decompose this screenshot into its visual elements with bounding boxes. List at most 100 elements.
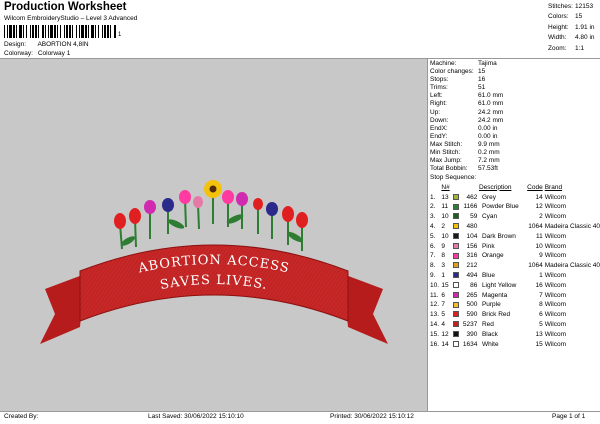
stat-row: Up: 24.2 mm: [430, 109, 600, 117]
stats-panel: Machine: Tajima Color changes: 15 Stops: 16 Tr…: [430, 60, 600, 349]
needle-number: 10: [441, 213, 449, 221]
brand: Wilcom: [544, 311, 567, 319]
stat-value: 61.0 mm: [478, 100, 504, 108]
stat-label: Stops:: [430, 76, 449, 84]
colorway-label: Colorway:: [4, 50, 33, 57]
color-cell: 86: [453, 280, 479, 290]
brand: Wilcom: [544, 340, 567, 348]
brand: Wilcom: [544, 301, 567, 309]
description-header: Description: [478, 183, 512, 191]
stat-value: 51: [478, 84, 486, 92]
software-subtitle: Wilcom EmbroideryStudio – Level 3 Advanc…: [4, 15, 138, 22]
barcode-bar: [54, 25, 56, 38]
thread-number: 590: [466, 311, 478, 319]
stat-value: 0.00 in: [478, 124, 498, 132]
stop-number: 13.: [430, 311, 440, 319]
barcode-bar: [7, 25, 8, 38]
table-row: 6. 9 156 Pink 10 Wilcom: [430, 241, 600, 251]
barcode-bar: [107, 25, 109, 38]
table-row: 7. 8 316 Orange 9 Wilcom: [430, 251, 600, 261]
thread-number: 480: [466, 222, 478, 230]
stat-value: 0.00 in: [478, 132, 498, 140]
barcode-bar: [57, 25, 58, 38]
needle-number: 1: [441, 271, 445, 279]
description: Light Yellow: [481, 281, 517, 289]
stop-number: 3.: [430, 213, 436, 221]
stat-row: EndY: 0.00 in: [430, 133, 600, 141]
stop-number: 12.: [430, 301, 440, 309]
barcode-bar: [23, 25, 24, 38]
colorway-row: Colorway: Colorway 1: [4, 50, 70, 57]
barcode-bar: [95, 25, 96, 38]
table-row: 2. 11 1166 Powder Blue 12 Wilcom: [430, 202, 600, 212]
needle-number: 9: [441, 242, 445, 250]
embroidery-artwork: ABORTION ACCESS SAVES LIVES.: [40, 180, 388, 344]
barcode-bar: [66, 25, 68, 38]
barcode-suffix: 1: [118, 32, 122, 38]
color-cell: 316: [453, 251, 479, 261]
stop-sequence-table: N# Description Code Brand 1. 13 462 Grey 14 W…: [430, 182, 600, 349]
stop-sequence-title: Stop Sequence:: [430, 174, 477, 182]
barcode-bar: [32, 25, 34, 38]
design-row: Design: ABORTION 4,8IN: [4, 41, 89, 48]
color-cell: 590: [453, 310, 479, 320]
brand: Wilcom: [544, 320, 567, 328]
stat-label: Left:: [430, 92, 443, 100]
stop-number: 11.: [430, 291, 439, 299]
color-cell: 265: [453, 290, 479, 300]
stop-number: 10.: [430, 281, 440, 289]
stat-value: 24.2 mm: [478, 108, 504, 116]
description: Grey: [481, 193, 497, 201]
table-row: 8. 3 212 1064 Madeira Classic 40: [430, 261, 600, 271]
brand: Wilcom: [544, 271, 567, 279]
stat-value: 7.2 mm: [478, 157, 500, 165]
color-cell: 59: [453, 212, 479, 222]
stat-label: EndX:: [430, 124, 448, 132]
stat-value: Tajima: [478, 60, 497, 67]
code: 2: [539, 213, 543, 221]
description: [479, 222, 524, 232]
thread-number: 462: [466, 193, 478, 201]
stat-value: 57.53ft: [478, 165, 498, 173]
barcode-bar: [48, 25, 49, 38]
barcode-bar: [19, 25, 22, 38]
brand: Madeira Classic 40: [544, 262, 600, 270]
code: 12: [535, 203, 543, 211]
code: 1: [539, 271, 543, 279]
stat-row: EndX: 0.00 in: [430, 125, 600, 133]
barcode-bar: [26, 25, 27, 38]
description: Black: [481, 330, 498, 338]
description: Magenta: [481, 291, 508, 299]
description: Brick Red: [481, 311, 511, 319]
needle-number: 5: [441, 311, 445, 319]
color-cell: 156: [453, 241, 479, 251]
barcode-bar: [42, 25, 44, 38]
barcode-bar: [35, 25, 37, 38]
stop-number: 4.: [430, 222, 436, 230]
barcode-bar: [72, 25, 73, 38]
summary-row: Zoom: 1:1: [548, 44, 585, 52]
table-row: 4. 2 480 1064 Madeira Classic 40: [430, 222, 600, 232]
thread-number: 1634: [462, 340, 478, 348]
code: 13: [535, 330, 543, 338]
stat-row: Min Stitch: 0.2 mm: [430, 149, 600, 157]
stat-label: Min Stitch:: [430, 149, 461, 157]
barcode-bar: [16, 25, 17, 38]
barcode-bar: [85, 25, 87, 38]
stat-row: Max Jump: 7.2 mm: [430, 157, 600, 165]
barcode-bar: [64, 25, 65, 38]
banner: ABORTION ACCESS SAVES LIVES.: [40, 244, 388, 344]
description: [479, 261, 524, 271]
code: 9: [539, 252, 543, 260]
barcode-bar: [98, 25, 99, 38]
page-number: Page 1 of 1: [552, 413, 586, 420]
description: Pink: [481, 242, 495, 250]
barcode-bar: [81, 25, 84, 38]
stat-label: Machine:: [430, 60, 457, 67]
brand: Wilcom: [544, 242, 567, 250]
stop-number: 14.: [430, 320, 440, 328]
stat-label: Total Bobbin:: [430, 165, 468, 173]
brand: Wilcom: [544, 193, 567, 201]
needle-number: 4: [441, 320, 445, 328]
design-preview: ABORTION ACCESS SAVES LIVES.: [0, 59, 428, 411]
